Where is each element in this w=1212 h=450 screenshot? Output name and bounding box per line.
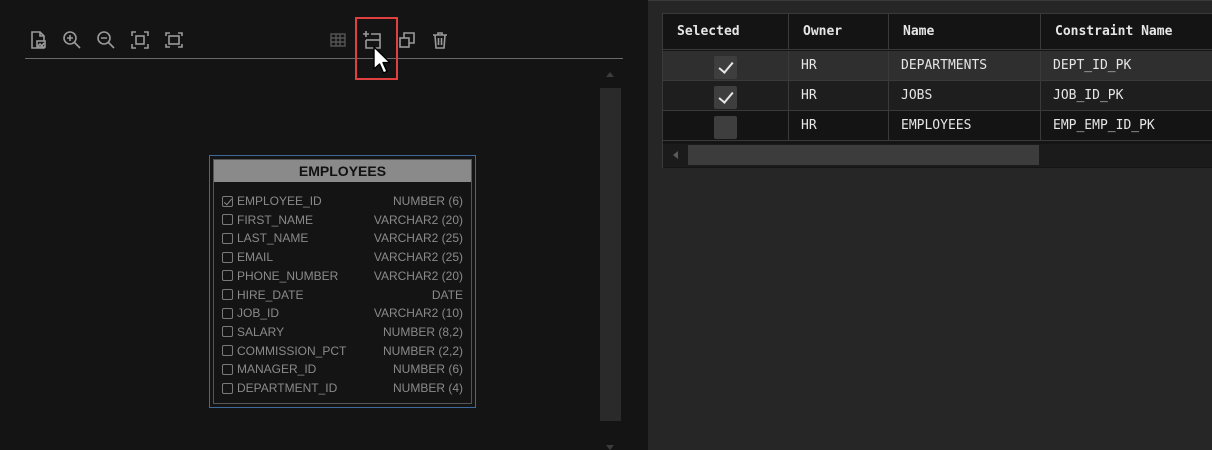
entity-column-row[interactable]: MANAGER_ID NUMBER (6) bbox=[222, 360, 463, 378]
cell-constraint-name: JOB_ID_PK bbox=[1053, 88, 1124, 103]
column-name: SALARY bbox=[237, 324, 285, 339]
cell-name: JOBS bbox=[889, 81, 1041, 110]
pane-top-border bbox=[648, 0, 1212, 1]
column-name: MANAGER_ID bbox=[237, 362, 317, 377]
cell-owner: HR bbox=[789, 51, 889, 80]
column-name: JOB_ID bbox=[237, 306, 280, 321]
scroll-up-arrow-icon[interactable] bbox=[606, 72, 614, 77]
actual-size-icon[interactable] bbox=[162, 28, 186, 52]
cell-selected bbox=[663, 51, 789, 80]
column-name: EMAIL bbox=[237, 250, 274, 265]
column-type: VARCHAR2 (25) bbox=[373, 250, 463, 265]
table-icon[interactable] bbox=[326, 28, 350, 52]
column-checkbox[interactable] bbox=[222, 382, 233, 394]
entity-body: EMPLOYEES EMPLOYEE_ID NUMBER (6) FIRST_NAM… bbox=[213, 159, 472, 404]
vertical-scrollbar[interactable] bbox=[600, 88, 621, 421]
entity-title: EMPLOYEES bbox=[214, 160, 471, 182]
column-name: FIRST_NAME bbox=[237, 212, 314, 227]
table-row[interactable]: HR JOBS JOB_ID_PK bbox=[663, 81, 1212, 111]
column-checkbox[interactable] bbox=[222, 195, 233, 207]
entity-column-row[interactable]: EMAIL VARCHAR2 (25) bbox=[222, 248, 463, 266]
zoom-in-icon[interactable] bbox=[60, 28, 84, 52]
toolbar-divider bbox=[25, 58, 623, 59]
cell-owner: HR bbox=[789, 81, 889, 110]
entity-column-row[interactable]: HIRE_DATE DATE bbox=[222, 286, 463, 304]
entity-column-row[interactable]: FIRST_NAME VARCHAR2 (20) bbox=[222, 211, 463, 229]
column-type: VARCHAR2 (20) bbox=[373, 268, 463, 283]
entity-column-row[interactable]: SALARY NUMBER (8,2) bbox=[222, 323, 463, 341]
entity-column-row[interactable]: COMMISSION_PCT NUMBER (2,2) bbox=[222, 342, 463, 360]
column-type: NUMBER (6) bbox=[392, 194, 463, 208]
column-checkbox[interactable] bbox=[222, 251, 233, 263]
column-checkbox[interactable] bbox=[222, 363, 233, 375]
column-type: VARCHAR2 (10) bbox=[373, 306, 463, 321]
column-checkbox[interactable] bbox=[222, 214, 233, 226]
column-type: NUMBER (2,2) bbox=[382, 343, 463, 358]
column-name: LAST_NAME bbox=[237, 231, 309, 246]
row-checkbox[interactable] bbox=[714, 86, 737, 109]
column-name: PHONE_NUMBER bbox=[237, 268, 339, 283]
export-image-icon[interactable] bbox=[26, 28, 50, 52]
column-checkbox[interactable] bbox=[222, 345, 233, 357]
horizontal-scrollbar[interactable] bbox=[663, 144, 1212, 167]
column-type: NUMBER (8,2) bbox=[382, 324, 463, 339]
column-name: DEPARTMENT_ID bbox=[237, 381, 338, 395]
horizontal-scroll-thumb[interactable] bbox=[688, 145, 1039, 165]
header-selected[interactable]: Selected bbox=[663, 14, 789, 49]
entity-column-row[interactable]: LAST_NAME VARCHAR2 (25) bbox=[222, 229, 463, 247]
table-row[interactable]: HR DEPARTMENTS DEPT_ID_PK bbox=[663, 51, 1212, 81]
grid-pane: Selected Owner Name Constraint Name HR DE… bbox=[648, 0, 1212, 450]
header-name[interactable]: Name bbox=[889, 14, 1041, 49]
scroll-left-arrow-icon[interactable] bbox=[673, 151, 678, 159]
column-name: COMMISSION_PCT bbox=[237, 343, 347, 358]
grid-header-row: Selected Owner Name Constraint Name bbox=[663, 14, 1212, 50]
scroll-down-arrow-icon[interactable] bbox=[606, 445, 614, 450]
cell-name: EMPLOYEES bbox=[889, 111, 1041, 140]
constraints-grid: Selected Owner Name Constraint Name HR DE… bbox=[662, 13, 1212, 168]
cell-selected bbox=[663, 81, 789, 110]
mouse-cursor-icon bbox=[373, 46, 391, 74]
column-name: EMPLOYEE_ID bbox=[237, 194, 322, 208]
table-row[interactable]: HR EMPLOYEES EMP_EMP_ID_PK bbox=[663, 111, 1212, 141]
column-checkbox[interactable] bbox=[222, 270, 233, 282]
column-checkbox[interactable] bbox=[222, 232, 233, 244]
header-owner[interactable]: Owner bbox=[789, 14, 889, 49]
cell-constraint-name: EMP_EMP_ID_PK bbox=[1053, 118, 1155, 133]
column-checkbox[interactable] bbox=[222, 307, 233, 319]
row-checkbox[interactable] bbox=[714, 116, 737, 139]
entity-column-row[interactable]: EMPLOYEE_ID NUMBER (6) bbox=[222, 192, 463, 210]
cell-selected bbox=[663, 111, 789, 140]
entity-column-row[interactable]: JOB_ID VARCHAR2 (10) bbox=[222, 304, 463, 322]
entity-column-row[interactable]: PHONE_NUMBER VARCHAR2 (20) bbox=[222, 267, 463, 285]
header-constraint-name[interactable]: Constraint Name bbox=[1041, 14, 1212, 49]
delete-icon[interactable] bbox=[428, 28, 452, 52]
diagram-pane: EMPLOYEES EMPLOYEE_ID NUMBER (6) FIRST_NAM… bbox=[0, 0, 648, 450]
column-type: DATE bbox=[431, 287, 463, 302]
entity-column-row[interactable]: DEPARTMENT_ID NUMBER (4) bbox=[222, 379, 463, 397]
column-checkbox[interactable] bbox=[222, 289, 233, 300]
zoom-out-icon[interactable] bbox=[94, 28, 118, 52]
column-type: NUMBER (4) bbox=[392, 381, 463, 395]
cell-owner: HR bbox=[789, 111, 889, 140]
row-checkbox[interactable] bbox=[714, 56, 737, 79]
cell-name: DEPARTMENTS bbox=[889, 51, 1041, 80]
entity-employees[interactable]: EMPLOYEES EMPLOYEE_ID NUMBER (6) FIRST_NAM… bbox=[209, 155, 476, 408]
column-checkbox[interactable] bbox=[222, 326, 233, 338]
cell-constraint-name: DEPT_ID_PK bbox=[1053, 58, 1132, 73]
fit-to-window-icon[interactable] bbox=[128, 28, 152, 52]
column-type: VARCHAR2 (25) bbox=[373, 231, 463, 246]
column-type: VARCHAR2 (20) bbox=[373, 212, 463, 227]
column-type: NUMBER (6) bbox=[392, 362, 463, 377]
column-name: HIRE_DATE bbox=[237, 287, 304, 302]
duplicate-icon[interactable] bbox=[395, 28, 419, 52]
